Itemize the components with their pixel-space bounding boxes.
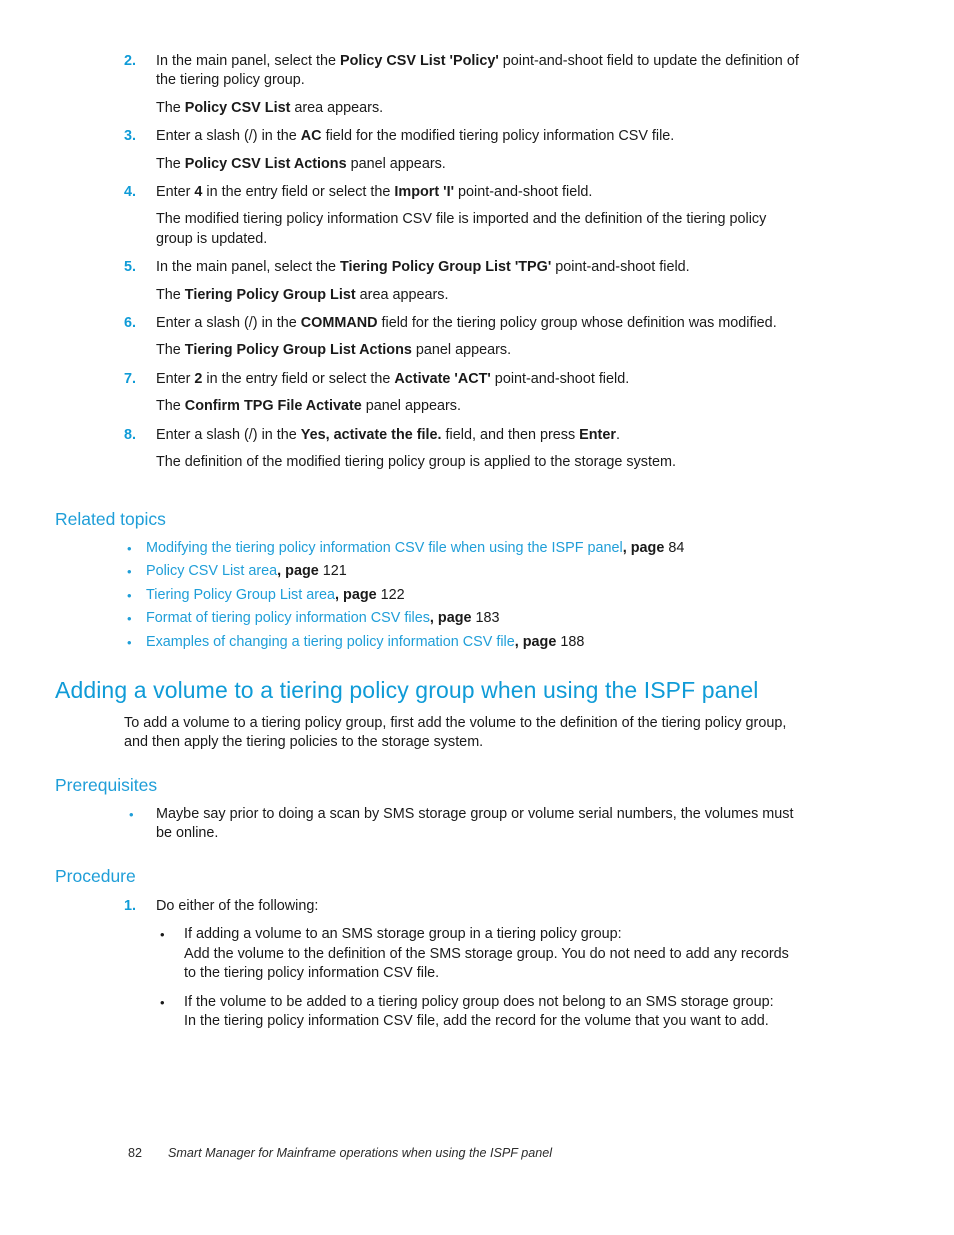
- step-text: In the main panel, select the Policy CSV…: [156, 53, 799, 89]
- step-sub-item-title: If adding a volume to an SMS storage gro…: [184, 926, 622, 943]
- prerequisites-list: • Maybe say prior to doing a scan by SMS …: [124, 805, 804, 844]
- section-intro: To add a volume to a tiering policy grou…: [124, 715, 787, 751]
- emphasis: 4: [194, 184, 203, 201]
- emphasis: Policy CSV List: [184, 99, 291, 116]
- emphasis: COMMAND: [300, 315, 378, 332]
- emphasis: 2: [194, 370, 203, 387]
- cross-reference-link[interactable]: Policy CSV List area: [146, 563, 277, 579]
- step-number: 7.: [124, 370, 137, 387]
- prerequisites-heading: Prerequisites: [55, 775, 158, 795]
- step-text: Do either of the following:: [156, 898, 319, 914]
- procedure-steps-continued: 2. In the main panel, select the Policy C…: [124, 52, 800, 482]
- step-number: 4.: [124, 184, 137, 201]
- procedure-step: 2. In the main panel, select the Policy C…: [124, 52, 800, 91]
- step-sub-item: • If adding a volume to an SMS storage gr…: [156, 925, 800, 983]
- emphasis: Confirm TPG File Activate: [184, 398, 362, 415]
- step-sub-item-body: Add the volume to the definition of the …: [184, 945, 789, 982]
- prerequisite-item: • Maybe say prior to doing a scan by SMS …: [124, 805, 804, 844]
- emphasis: Activate 'ACT': [394, 370, 491, 387]
- related-topics-heading: Related topics: [55, 509, 166, 529]
- prerequisite-text: Maybe say prior to doing a scan by SMS s…: [156, 806, 794, 842]
- bullet-icon: •: [127, 611, 132, 627]
- procedure-step: 1. Do either of the following:: [124, 897, 800, 916]
- step-number: 2.: [124, 53, 137, 69]
- related-topic-item: • Examples of changing a tiering policy i…: [124, 631, 824, 654]
- step-result: The Confirm TPG File Activate panel appe…: [156, 398, 461, 415]
- bullet-icon: •: [127, 564, 132, 580]
- bullet-icon: •: [127, 587, 132, 603]
- footer-page-number: 82: [128, 1146, 143, 1160]
- step-text: In the main panel, select the Tiering Po…: [156, 259, 690, 276]
- procedure-step: 5. In the main panel, select the Tiering …: [124, 258, 800, 277]
- bullet-icon: •: [127, 541, 132, 556]
- cross-reference-page: , page 84: [622, 540, 685, 556]
- cross-reference-link[interactable]: Format of tiering policy information CSV…: [146, 610, 430, 626]
- emphasis: AC: [300, 128, 322, 145]
- procedure-heading: Procedure: [55, 866, 136, 886]
- step-number: 5.: [124, 259, 137, 276]
- procedure-steps: 1. Do either of the following: • If adding …: [124, 897, 800, 1031]
- footer-title: Smart Manager for Mainframe operations w…: [168, 1146, 553, 1160]
- step-sub-item: • If the volume to be added to a tiering …: [156, 993, 800, 1032]
- procedure-step: 6. Enter a slash (/) in the COMMAND field…: [124, 314, 800, 333]
- emphasis: Tiering Policy Group List 'TPG': [340, 259, 552, 276]
- related-topic-item: • Format of tiering policy information CS…: [124, 607, 824, 630]
- bullet-icon: •: [160, 927, 165, 943]
- step-text: Enter a slash (/) in the Yes, activate t…: [156, 426, 620, 443]
- cross-reference-page: , page 121: [277, 563, 347, 580]
- emphasis: Yes, activate the file.: [300, 426, 442, 443]
- step-text: Enter a slash (/) in the AC field for th…: [156, 128, 675, 145]
- step-number: 8.: [124, 426, 137, 443]
- step-number: 1.: [124, 898, 137, 914]
- step-result: The Tiering Policy Group List Actions pa…: [156, 342, 512, 359]
- cross-reference-page: , page 122: [335, 586, 405, 603]
- document-page: 2. In the main panel, select the Policy C…: [0, 0, 954, 1235]
- cross-reference-link[interactable]: Modifying the tiering policy information…: [146, 540, 623, 556]
- step-sub-item-body: In the tiering policy information CSV fi…: [184, 1013, 769, 1030]
- procedure-step: 4. Enter 4 in the entry field or select t…: [124, 183, 800, 202]
- procedure-step: 3. Enter a slash (/) in the AC field for …: [124, 127, 800, 146]
- emphasis: Import 'I': [394, 184, 455, 201]
- emphasis: Policy CSV List Actions: [184, 155, 347, 172]
- bullet-icon: •: [129, 807, 134, 822]
- step-result: The Policy CSV List Actions panel appear…: [156, 155, 446, 172]
- page-title: Adding a volume to a tiering policy grou…: [55, 677, 759, 703]
- step-result: The Tiering Policy Group List area appea…: [156, 286, 449, 303]
- cross-reference-page: , page 188: [514, 633, 585, 650]
- step-text: Enter 2 in the entry field or select the…: [156, 370, 630, 387]
- procedure-step: 7. Enter 2 in the entry field or select t…: [124, 370, 800, 389]
- bullet-icon: •: [127, 634, 132, 650]
- step-sub-list: • If adding a volume to an SMS storage gr…: [156, 925, 800, 1031]
- step-result: The Policy CSV List area appears.: [156, 99, 384, 116]
- bullet-icon: •: [160, 994, 165, 1010]
- emphasis: Tiering Policy Group List Actions: [184, 342, 412, 359]
- page-footer: 82 Smart Manager for Mainframe operations…: [128, 1145, 552, 1162]
- cross-reference-page: , page 183: [429, 610, 500, 627]
- cross-reference-link[interactable]: Examples of changing a tiering policy in…: [146, 634, 515, 650]
- related-topic-item: • Modifying the tiering policy informatio…: [124, 537, 824, 560]
- related-topic-item: • Tiering Policy Group List area, page 12…: [124, 584, 824, 607]
- step-result: The modified tiering policy information …: [156, 211, 767, 247]
- emphasis: Tiering Policy Group List: [184, 286, 356, 303]
- step-number: 6.: [124, 315, 137, 332]
- emphasis: Policy CSV List 'Policy': [340, 53, 499, 69]
- procedure-step: 8. Enter a slash (/) in the Yes, activate…: [124, 426, 800, 445]
- step-result: The definition of the modified tiering p…: [156, 454, 676, 471]
- step-sub-item-title: If the volume to be added to a tiering p…: [184, 993, 774, 1010]
- cross-reference-link[interactable]: Tiering Policy Group List area: [146, 587, 335, 603]
- step-text: Enter a slash (/) in the COMMAND field f…: [156, 315, 777, 332]
- step-number: 3.: [124, 128, 137, 145]
- related-topic-item: • Policy CSV List area, page 121: [124, 560, 824, 583]
- emphasis: Enter: [579, 426, 616, 443]
- step-text: Enter 4 in the entry field or select the…: [156, 184, 593, 201]
- related-topics-list: • Modifying the tiering policy informatio…: [124, 537, 824, 654]
